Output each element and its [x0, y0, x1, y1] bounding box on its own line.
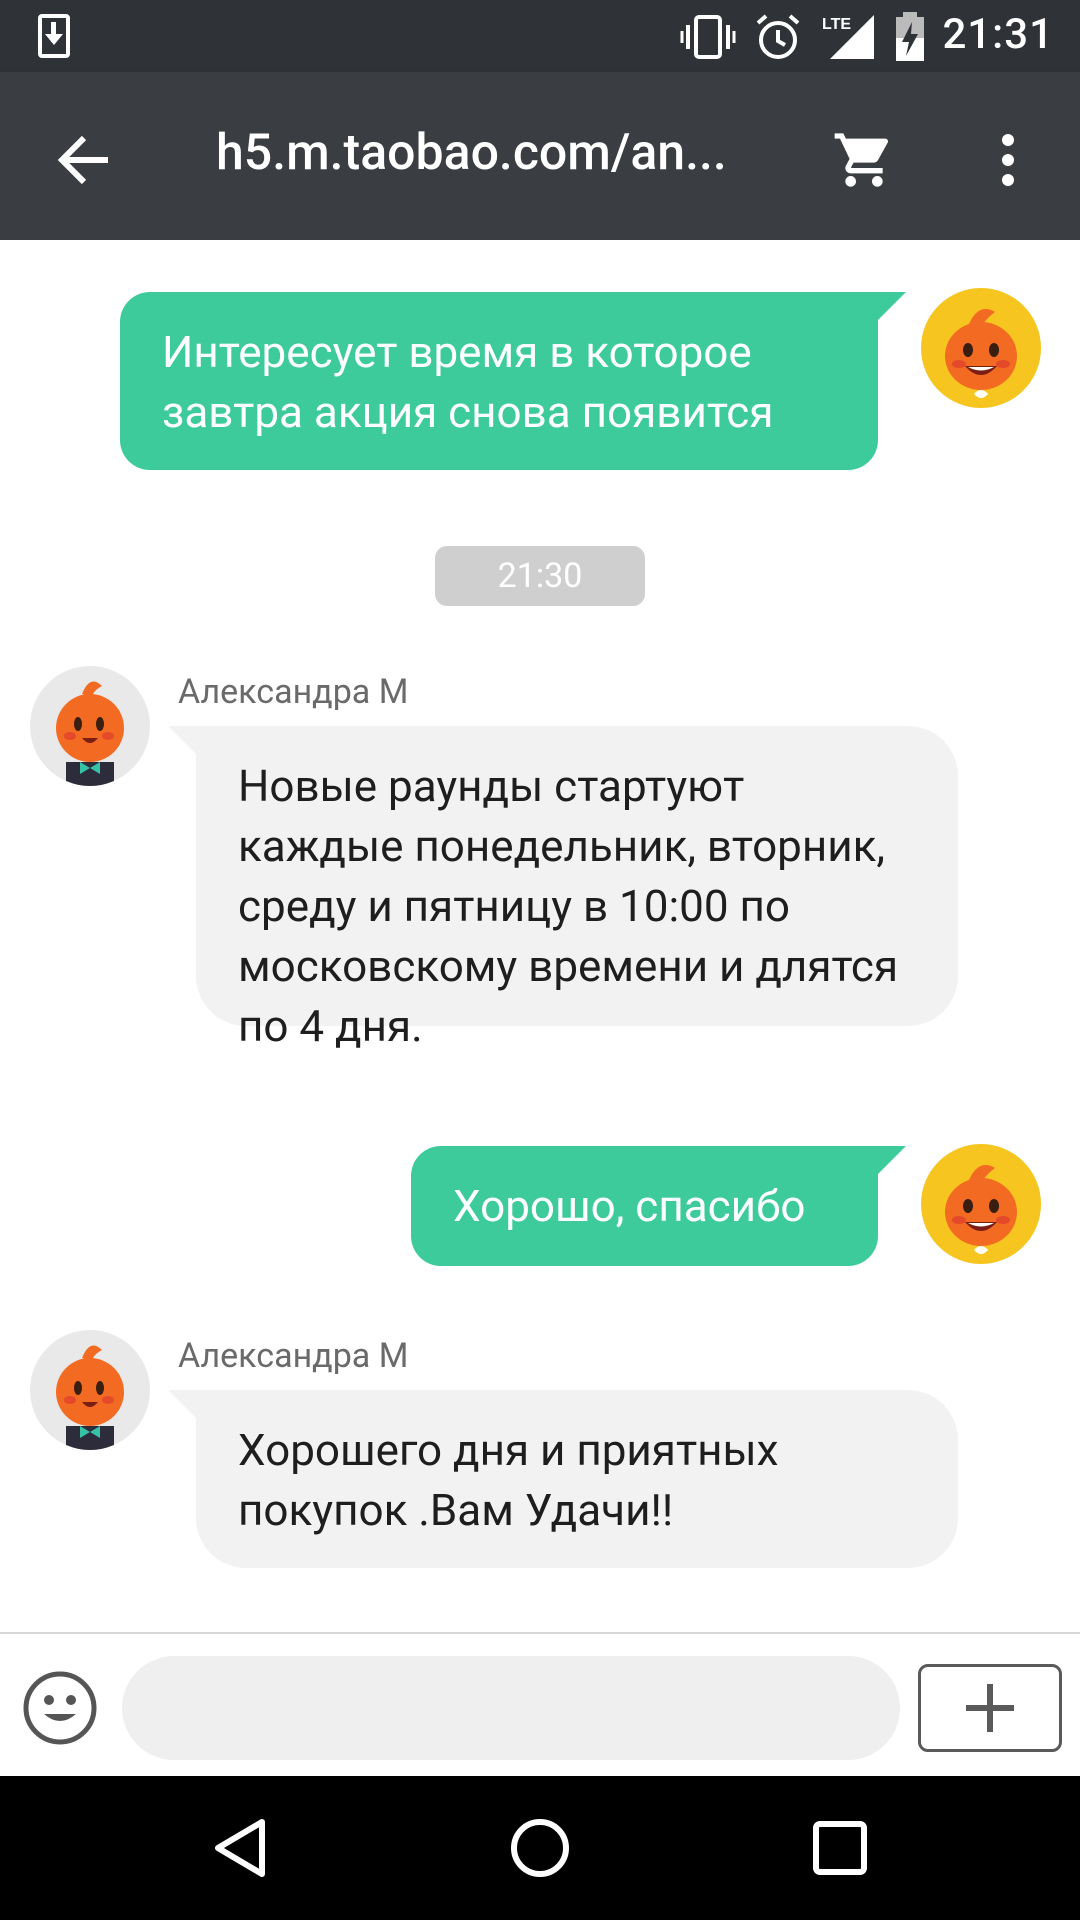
- status-time: 21:31: [942, 10, 1054, 59]
- message-input[interactable]: [122, 1656, 900, 1760]
- alarm-icon: [756, 14, 800, 59]
- lte-signal-icon: LTE: [822, 15, 874, 59]
- timestamp-chip: 21:30: [435, 546, 645, 606]
- nav-back-button[interactable]: [200, 1808, 280, 1888]
- agent-avatar[interactable]: [30, 666, 150, 786]
- status-icons: LTE: [680, 12, 926, 62]
- outgoing-message-bubble[interactable]: Хорошо, спасибо: [411, 1146, 906, 1266]
- svg-text:LTE: LTE: [822, 16, 851, 33]
- user-avatar[interactable]: [921, 1144, 1041, 1264]
- more-vertical-icon: [1002, 134, 1014, 186]
- cart-button[interactable]: [820, 116, 908, 204]
- plus-icon: [966, 1684, 1014, 1732]
- browser-toolbar: h5.m.taobao.com/an...: [0, 72, 1080, 240]
- battery-charging-icon: [896, 12, 924, 61]
- mascot-avatar-icon: [945, 1164, 1017, 1254]
- mascot-agent-avatar-icon: [56, 1345, 124, 1450]
- message-composer: [0, 1632, 1080, 1776]
- incoming-message-bubble[interactable]: Новые раунды стартуют каждые понедельник…: [168, 726, 958, 1052]
- download-notification-icon: [38, 14, 70, 58]
- outgoing-message-bubble[interactable]: Интересует время в которое завтра акция …: [120, 292, 906, 470]
- system-navigation-bar: [0, 1776, 1080, 1920]
- incoming-message-bubble[interactable]: Хорошего дня и приятных покупок .Вам Уда…: [168, 1390, 958, 1568]
- message-text: Хорошо, спасибо: [453, 1180, 806, 1232]
- overflow-menu-button[interactable]: [968, 116, 1048, 204]
- smiley-face-icon: [23, 1671, 97, 1745]
- nav-recents-button[interactable]: [800, 1808, 880, 1888]
- back-button[interactable]: [40, 116, 128, 204]
- chat-messages[interactable]: Интересует время в которое завтра акция …: [0, 240, 1080, 1632]
- sender-name: Александра М: [178, 1336, 409, 1376]
- page-url[interactable]: h5.m.taobao.com/an...: [216, 124, 776, 182]
- vibrate-icon: [680, 15, 736, 59]
- mascot-agent-avatar-icon: [56, 681, 124, 786]
- triangle-back-icon: [215, 1819, 265, 1877]
- square-recents-icon: [813, 1821, 867, 1875]
- arrow-left-icon: [57, 135, 108, 185]
- circle-home-icon: [511, 1819, 569, 1877]
- status-bar: LTE 21:31: [0, 0, 1080, 72]
- attach-button[interactable]: [918, 1664, 1062, 1752]
- mascot-avatar-icon: [945, 308, 1017, 398]
- emoji-button[interactable]: [22, 1670, 98, 1746]
- agent-avatar[interactable]: [30, 1330, 150, 1450]
- shopping-cart-icon: [834, 133, 889, 187]
- user-avatar[interactable]: [921, 288, 1041, 408]
- message-text: Хорошего дня и приятных покупок .Вам Уда…: [238, 1424, 779, 1536]
- message-text: Интересует время в которое завтра акция …: [162, 326, 774, 438]
- message-text: Новые раунды стартуют каждые понедельник…: [238, 760, 899, 1052]
- nav-home-button[interactable]: [500, 1808, 580, 1888]
- sender-name: Александра М: [178, 672, 409, 712]
